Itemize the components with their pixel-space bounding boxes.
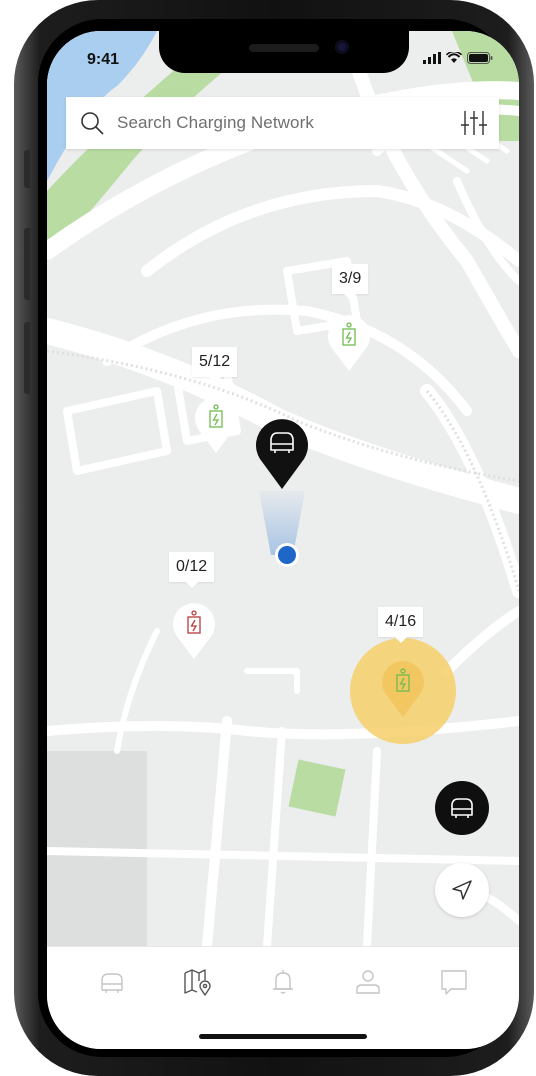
park-area	[288, 759, 346, 817]
search-icon	[81, 112, 104, 135]
map-pin-icon	[184, 969, 211, 996]
car-icon	[101, 973, 123, 993]
volume-up-button	[24, 228, 30, 300]
tab-vehicle[interactable]	[97, 967, 127, 997]
station-availability-label: 4/16	[378, 607, 424, 643]
search-input[interactable]: Search Charging Network	[117, 113, 314, 133]
wifi-icon	[446, 52, 462, 63]
sliders-icon[interactable]	[461, 111, 487, 135]
navigation-arrow-icon	[452, 880, 472, 900]
charging-station-pin[interactable]	[327, 313, 371, 373]
station-availability-label: 5/12	[192, 347, 238, 383]
status-icons	[423, 52, 493, 64]
battery-icon	[467, 52, 493, 64]
station-availability-label: 3/9	[332, 264, 369, 300]
notch	[159, 31, 409, 73]
charging-station-pin[interactable]	[381, 659, 425, 719]
mute-switch	[24, 150, 30, 188]
user-icon	[356, 970, 380, 994]
speaker	[249, 44, 319, 52]
charging-station-pin[interactable]	[194, 395, 238, 455]
status-time: 9:41	[87, 51, 120, 68]
signal-icon	[423, 52, 441, 64]
locate-vehicle-button[interactable]	[435, 781, 489, 835]
location-dot-icon	[278, 546, 296, 564]
search-bar[interactable]: Search Charging Network	[66, 97, 499, 149]
home-indicator[interactable]	[199, 1034, 367, 1039]
recenter-button[interactable]	[435, 863, 489, 917]
app-screen: 9:41 Search Charging Network 3/9 5/12 0/…	[47, 31, 519, 1049]
charging-station-pin[interactable]	[172, 601, 216, 661]
tab-messages[interactable]	[439, 967, 469, 997]
tab-profile[interactable]	[353, 967, 383, 997]
tab-notifications[interactable]	[268, 967, 298, 997]
vehicle-pin[interactable]	[255, 417, 309, 491]
station-availability-label: 0/12	[169, 552, 215, 588]
front-camera	[335, 40, 349, 54]
bell-icon	[273, 970, 293, 994]
chat-icon	[441, 970, 467, 995]
volume-down-button	[24, 322, 30, 394]
car-icon	[451, 798, 473, 818]
tab-map[interactable]	[183, 967, 213, 997]
